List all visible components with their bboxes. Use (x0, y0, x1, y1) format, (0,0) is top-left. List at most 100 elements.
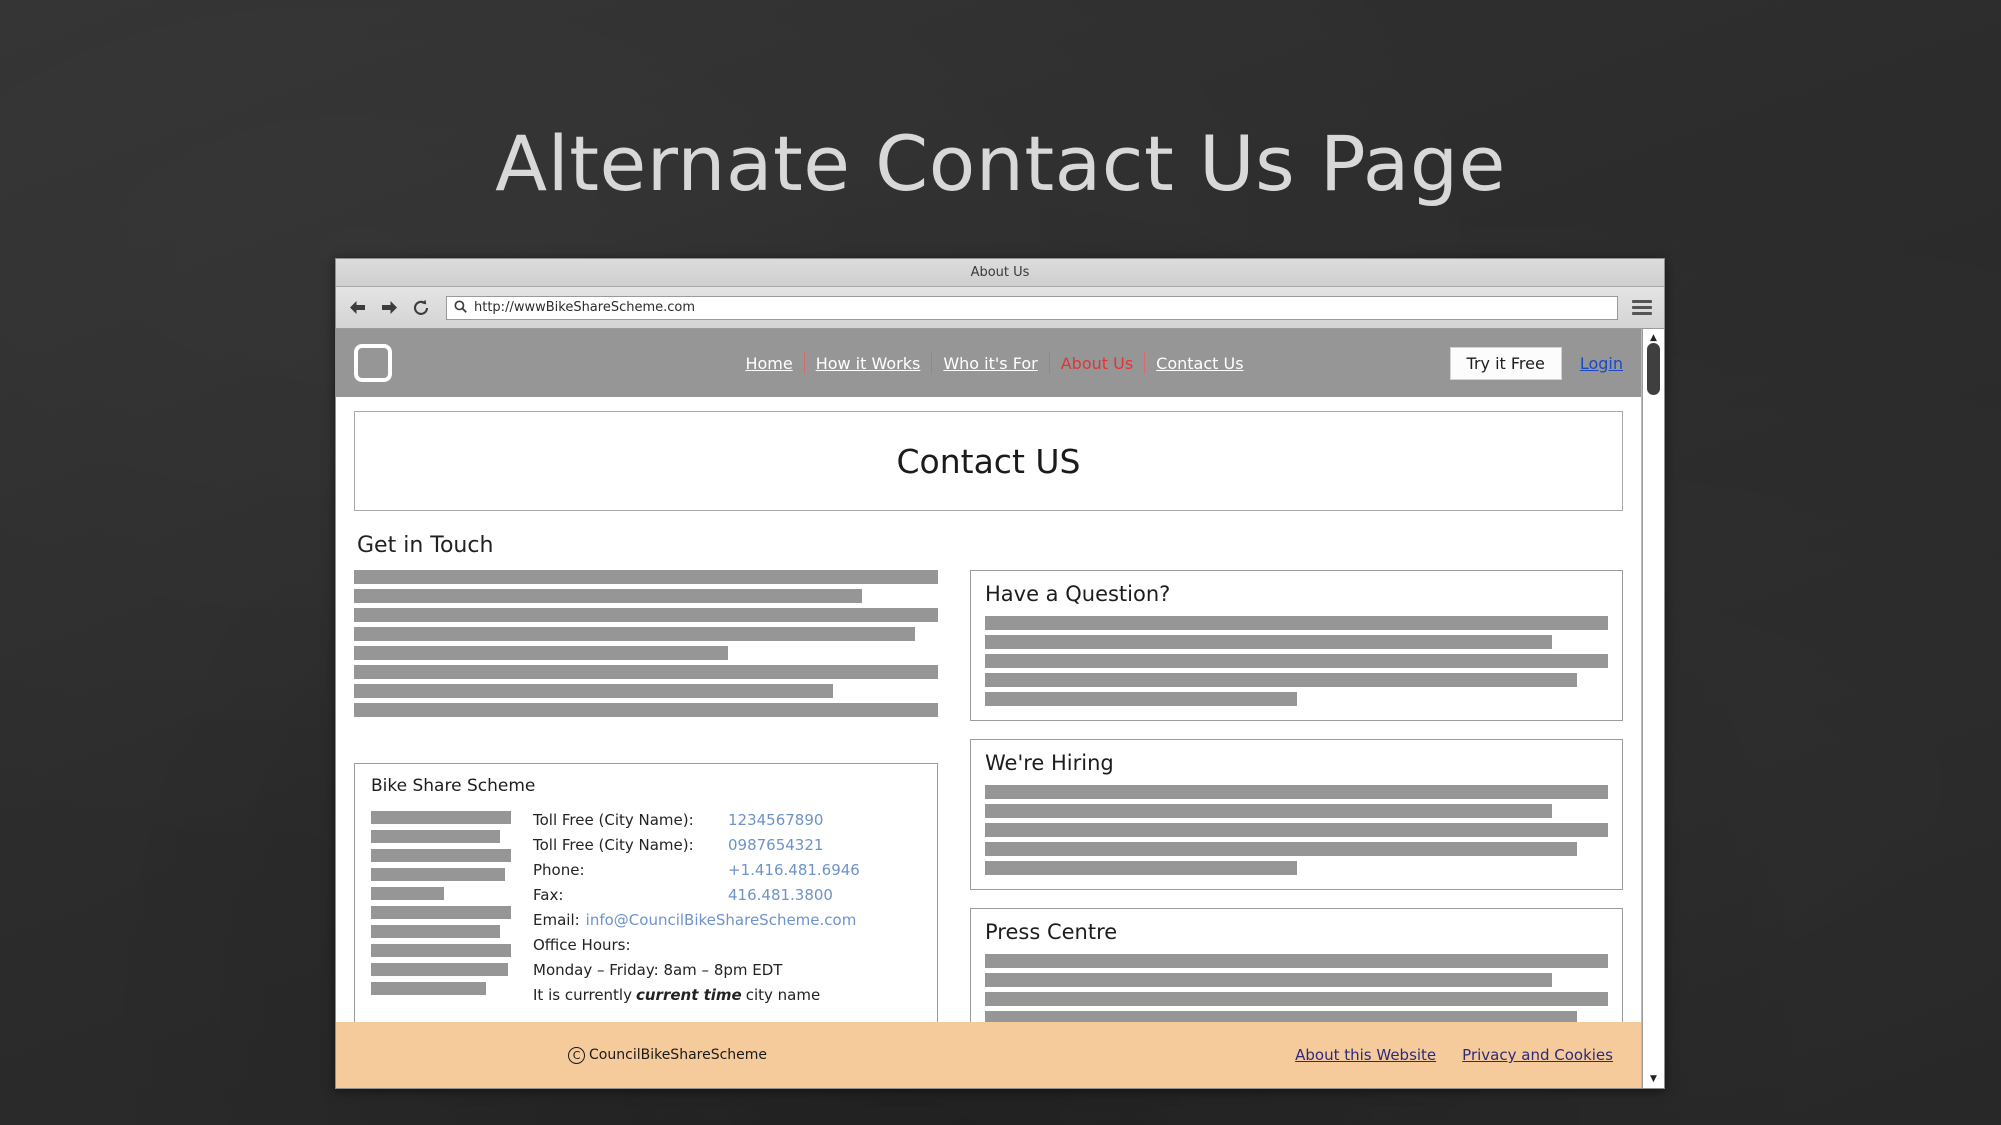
page-content: Get in Touch Bike Share Scheme Toll Free… (336, 533, 1641, 1088)
placeholder-bar (354, 665, 938, 679)
contact-rows: Toll Free (City Name): 1234567890 Toll F… (533, 808, 921, 1008)
web-page: Home How it Works Who it's For About Us … (336, 329, 1642, 1088)
placeholder-bar (985, 654, 1608, 668)
placeholder-bar (371, 944, 511, 957)
address-bar-url: http://wwwBikeShareScheme.com (474, 300, 696, 315)
current-time-suffix: city name (745, 986, 821, 1004)
contact-value[interactable]: +1.416.481.6946 (728, 858, 860, 883)
try-it-free-button[interactable]: Try it Free (1449, 346, 1562, 380)
office-hours-label: Office Hours: (533, 936, 631, 954)
scrollbar-thumb[interactable] (1647, 343, 1660, 395)
contact-row-email: Email: info@CouncilBikeShareScheme.com (533, 908, 921, 933)
office-hours-value: Monday – Friday: 8am – 8pm EDT (533, 961, 783, 979)
left-column: Bike Share Scheme Toll Free (City Name):… (354, 570, 938, 1025)
placeholder-bar (985, 616, 1608, 630)
panel-placeholder-bars (985, 616, 1608, 706)
panel-title: Press Centre (985, 920, 1118, 944)
browser-titlebar: About Us (336, 259, 1664, 287)
placeholder-bar (371, 849, 511, 862)
hero-banner: Contact US (354, 411, 1623, 511)
browser-toolbar: http://wwwBikeShareScheme.com (336, 287, 1664, 329)
hamburger-menu-icon[interactable] (1632, 297, 1654, 319)
right-column: Have a Question? We're Hiring Press Cent… (970, 570, 1623, 1088)
address-bar[interactable]: http://wwwBikeShareScheme.com (446, 295, 1618, 320)
panel-have-a-question: Have a Question? (970, 570, 1623, 721)
contact-row-phone: Phone: +1.416.481.6946 (533, 858, 921, 883)
footer-links: About this Website Privacy and Cookies (1295, 1046, 1613, 1064)
contact-row-fax: Fax: 416.481.3800 (533, 883, 921, 908)
contact-value[interactable]: 1234567890 (728, 808, 823, 833)
browser-window-title: About Us (970, 265, 1030, 280)
contact-details-card: Bike Share Scheme Toll Free (City Name):… (354, 763, 938, 1025)
placeholder-bar (371, 887, 444, 900)
reload-icon[interactable] (410, 297, 432, 319)
placeholder-bar (985, 861, 1297, 875)
nav-link-about-us[interactable]: About Us (1050, 354, 1144, 373)
panel-were-hiring: We're Hiring (970, 739, 1623, 890)
placeholder-bar (985, 804, 1552, 818)
contact-label: Toll Free (City Name): (533, 811, 694, 829)
footer-link-about-this-website[interactable]: About this Website (1295, 1046, 1436, 1064)
contact-value[interactable]: 416.481.3800 (728, 883, 833, 908)
copyright-text: CouncilBikeShareScheme (589, 1047, 768, 1063)
contact-value[interactable]: 0987654321 (728, 833, 823, 858)
placeholder-bar (985, 692, 1297, 706)
nav-link-who-its-for[interactable]: Who it's For (932, 354, 1048, 373)
nav-link-contact-us[interactable]: Contact Us (1145, 354, 1254, 373)
copyright-icon: C (568, 1046, 586, 1064)
browser-window: About Us http://wwwBikeShareScheme.com H… (335, 258, 1665, 1089)
email-label: Email: (533, 911, 580, 929)
contact-card-title: Bike Share Scheme (371, 776, 536, 796)
placeholder-bar (354, 703, 938, 717)
placeholder-bar (371, 963, 509, 976)
copyright: C CouncilBikeShareScheme (568, 1046, 768, 1064)
panel-title: We're Hiring (985, 751, 1114, 775)
placeholder-bar (354, 608, 938, 622)
scroll-down-arrow-icon[interactable]: ▼ (1643, 1071, 1664, 1087)
browser-viewport: Home How it Works Who it's For About Us … (336, 329, 1664, 1088)
placeholder-bar (371, 925, 500, 938)
back-arrow-icon[interactable] (346, 297, 368, 319)
contact-row-tollfree-1: Toll Free (City Name): 1234567890 (533, 808, 921, 833)
search-icon (454, 298, 467, 317)
main-navigation: Home How it Works Who it's For About Us … (336, 352, 1641, 374)
placeholder-bar (371, 868, 506, 881)
placeholder-bar (985, 823, 1608, 837)
placeholder-bar (985, 992, 1608, 1006)
contact-row-tollfree-2: Toll Free (City Name): 0987654321 (533, 833, 921, 858)
contact-label: Toll Free (City Name): (533, 836, 694, 854)
placeholder-bar (985, 842, 1577, 856)
placeholder-bar (371, 811, 511, 824)
email-link[interactable]: info@CouncilBikeShareScheme.com (586, 908, 857, 933)
site-logo-placeholder[interactable] (354, 344, 392, 382)
contact-row-office-hours-value: Monday – Friday: 8am – 8pm EDT (533, 958, 921, 983)
panel-placeholder-bars (985, 785, 1608, 875)
header-actions: Try it Free Login (1449, 346, 1623, 380)
placeholder-bar (985, 954, 1608, 968)
footer-link-privacy-and-cookies[interactable]: Privacy and Cookies (1462, 1046, 1613, 1064)
placeholder-bar (371, 982, 486, 995)
content-columns: Bike Share Scheme Toll Free (City Name):… (354, 570, 1623, 1088)
nav-link-home[interactable]: Home (734, 354, 803, 373)
slide-title: Alternate Contact Us Page (495, 119, 1506, 208)
get-in-touch-heading: Get in Touch (357, 533, 494, 558)
login-link[interactable]: Login (1580, 354, 1623, 373)
placeholder-bar (354, 627, 915, 641)
current-time-prefix: It is currently (533, 986, 632, 1004)
placeholder-bar (354, 684, 833, 698)
placeholder-bar (371, 906, 511, 919)
panel-title: Have a Question? (985, 582, 1171, 606)
intro-placeholder-text (354, 570, 938, 717)
placeholder-bar (354, 570, 938, 584)
page-title: Contact US (896, 441, 1081, 481)
page-scrollbar[interactable]: ▲ ▼ (1642, 329, 1664, 1088)
placeholder-bar (354, 646, 728, 660)
contact-row-current-time: It is currently current time city name (533, 983, 921, 1008)
placeholder-bar (985, 635, 1552, 649)
site-footer: C CouncilBikeShareScheme About this Webs… (336, 1022, 1641, 1088)
contact-row-office-hours-label: Office Hours: (533, 933, 921, 958)
placeholder-bar (985, 973, 1552, 987)
site-header: Home How it Works Who it's For About Us … (336, 329, 1641, 397)
nav-link-how-it-works[interactable]: How it Works (805, 354, 932, 373)
forward-arrow-icon[interactable] (378, 297, 400, 319)
